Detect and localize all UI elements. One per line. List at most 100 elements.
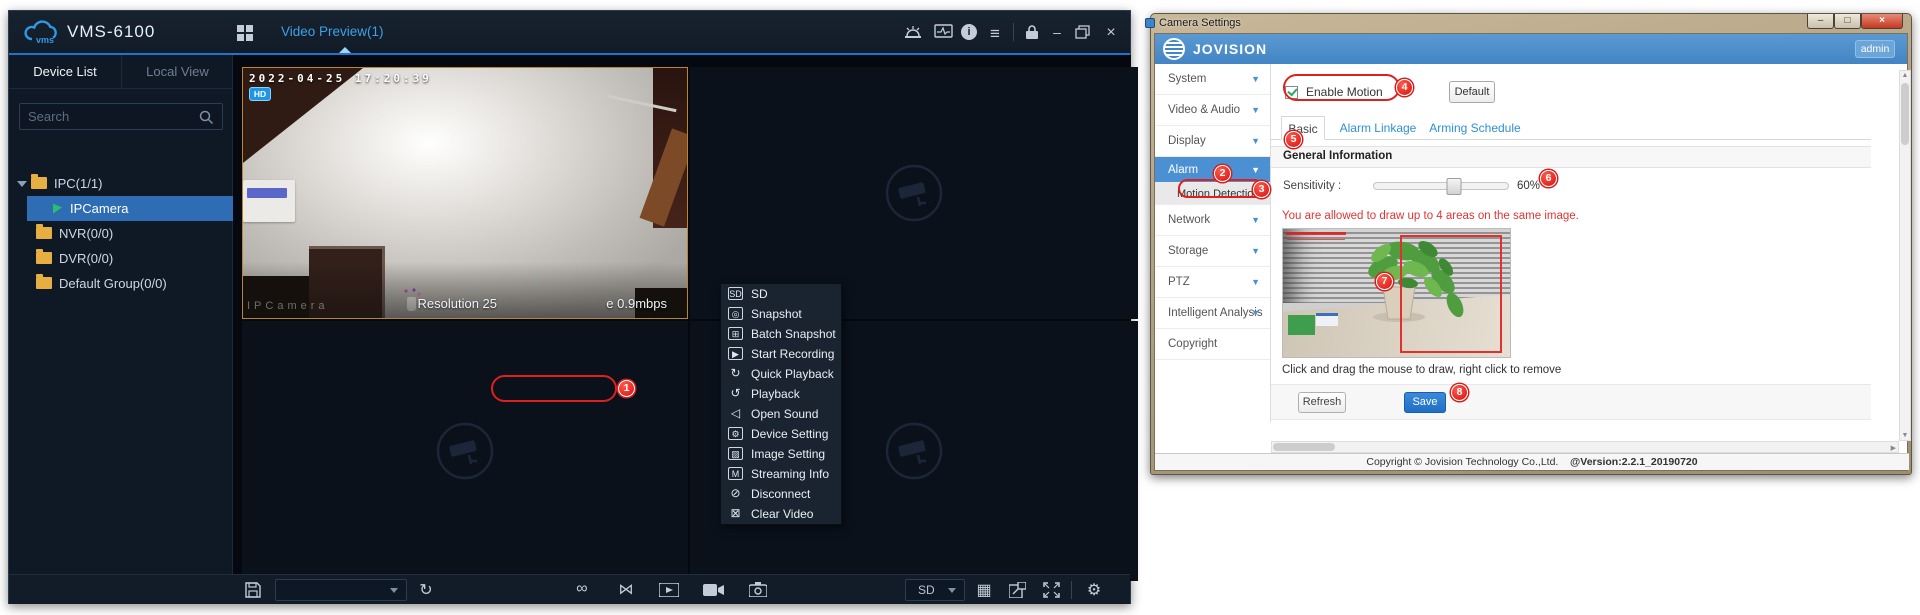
link-icon[interactable]: ∞: [571, 580, 593, 598]
sidebar-item-ptz[interactable]: PTZ▼: [1155, 267, 1270, 298]
streaming-info-icon: M: [728, 467, 743, 480]
video-camera-icon[interactable]: [703, 583, 724, 597]
fullscreen-icon[interactable]: [1043, 582, 1060, 598]
draw-hint: Click and drag the mouse to draw, right …: [1282, 364, 1561, 376]
menu-item-playback[interactable]: ↺Playback: [721, 384, 841, 404]
save-button[interactable]: Save: [1404, 392, 1446, 413]
sidebar-item-copyright[interactable]: Copyright: [1155, 329, 1270, 360]
video-cell-empty[interactable]: [690, 67, 1138, 319]
sidebar-item-display[interactable]: Display▼: [1155, 126, 1270, 157]
expand-caret-icon[interactable]: [17, 181, 27, 187]
menu-item-start-recording[interactable]: ▶Start Recording: [721, 344, 841, 364]
preview-toolbar: ↻ ∞ ⋈ SD ▦ ⚙: [9, 574, 1130, 604]
cycle-play-icon[interactable]: ↻: [415, 580, 437, 600]
annotation-badge-8: 8: [1451, 384, 1468, 401]
sidebar-item-system[interactable]: System▼: [1155, 64, 1270, 95]
launcher-grid-icon[interactable]: [237, 25, 254, 42]
menu-item-disconnect[interactable]: ⊘Disconnect: [721, 484, 841, 504]
tree-item-nvr[interactable]: NVR(0/0): [9, 221, 233, 246]
info-icon[interactable]: i: [961, 24, 977, 40]
photo-camera-icon[interactable]: [749, 582, 767, 597]
sidebar-item-network[interactable]: Network▼: [1155, 205, 1270, 236]
annotation-badge-4: 4: [1396, 79, 1413, 96]
sidebar-item-video-audio[interactable]: Video & Audio▼: [1155, 95, 1270, 126]
menu-item-device-setting[interactable]: ⚙Device Setting: [721, 424, 841, 444]
quick-playback-icon: ↻: [728, 367, 743, 380]
video-cell-live[interactable]: 2022-04-25 17:20:39 HD IPCamera Resoluti…: [242, 67, 688, 319]
scroll-right-icon[interactable]: ▶: [1891, 444, 1896, 452]
tab-alarm-linkage[interactable]: Alarm Linkage: [1337, 116, 1419, 140]
camera-settings-window: Camera Settings –□× JOVISION admin Syste…: [1150, 13, 1912, 475]
tree-item-ipcamera[interactable]: IPCamera: [27, 196, 233, 221]
video-cell-empty[interactable]: [242, 321, 688, 581]
horizontal-scrollbar[interactable]: ▶: [1271, 441, 1899, 453]
tab-arming-schedule[interactable]: Arming Schedule: [1427, 116, 1523, 140]
tree-item-dvr[interactable]: DVR(0/0): [9, 246, 233, 271]
list-icon[interactable]: ≡: [985, 24, 1005, 44]
toolbar-divider: [1071, 581, 1072, 599]
search-box: [19, 103, 223, 130]
sidebar-item-intelligent-analysis[interactable]: Intelligent Analysis▼: [1155, 298, 1270, 329]
osd-resolution: Resolution 25: [418, 296, 498, 311]
tree-item-ipc[interactable]: IPC(1/1): [9, 171, 233, 196]
search-icon[interactable]: [199, 110, 214, 125]
vms-cloud-logo: vms: [21, 20, 63, 48]
menu-item-snapshot[interactable]: ◎Snapshot: [721, 304, 841, 324]
event-monitor-icon[interactable]: [934, 24, 953, 40]
restore-icon[interactable]: [1075, 25, 1090, 39]
chevron-down-icon: [948, 588, 956, 593]
search-input[interactable]: [28, 105, 188, 128]
annotation-badge-3: 3: [1253, 181, 1270, 198]
motion-detection-panel: Enable Motion Default Basic Alarm Linkag…: [1271, 64, 1883, 422]
menu-item-clear-video[interactable]: ⊠Clear Video: [721, 504, 841, 524]
tree-item-default-group[interactable]: Default Group(0/0): [9, 271, 233, 296]
view-select-dropdown[interactable]: [275, 579, 407, 601]
tab-video-preview[interactable]: Video Preview(1): [281, 24, 384, 39]
jovision-header: JOVISION admin: [1155, 34, 1907, 64]
lock-icon[interactable]: [1025, 24, 1039, 40]
grid-layout-icon[interactable]: ▦: [973, 580, 995, 600]
scroll-down-icon[interactable]: ▼: [1900, 432, 1910, 439]
menu-item-quick-playback[interactable]: ↻Quick Playback: [721, 364, 841, 384]
refresh-button[interactable]: Refresh: [1298, 392, 1346, 413]
footer-version: @Version:2.2.1_20190720: [1570, 456, 1698, 468]
scene-osd-timestamp: [1286, 232, 1346, 235]
popout-icon[interactable]: [1009, 582, 1026, 598]
menu-item-open-sound[interactable]: ◁Open Sound: [721, 404, 841, 424]
osd-bitrate: e 0.9mbps: [606, 296, 667, 311]
chevron-down-icon: ▼: [1251, 236, 1260, 267]
record-all-icon[interactable]: [659, 583, 679, 597]
motion-area-rect[interactable]: [1400, 235, 1502, 353]
slider-thumb[interactable]: [1447, 178, 1462, 195]
broken-link-icon[interactable]: ⋈: [615, 580, 637, 598]
tab-local-view[interactable]: Local View: [121, 55, 233, 89]
stream-quality-select[interactable]: SD: [905, 579, 965, 601]
section-title: General Information: [1283, 150, 1392, 162]
disconnect-icon: ⊘: [728, 487, 743, 500]
menu-item-image-setting[interactable]: ▨Image Setting: [721, 444, 841, 464]
save-view-icon[interactable]: [245, 582, 261, 598]
vertical-scrollbar[interactable]: ▲ ▼: [1899, 70, 1911, 441]
gear-icon[interactable]: ⚙: [1083, 580, 1105, 600]
chevron-down-icon: [390, 588, 398, 593]
footer-copyright: Copyright © Jovision Technology Co.,Ltd.: [1366, 456, 1558, 468]
close-icon[interactable]: ×: [1101, 24, 1121, 42]
scrollbar-thumb[interactable]: [1273, 443, 1335, 451]
menu-item-batch-snapshot[interactable]: ⊞Batch Snapshot: [721, 324, 841, 344]
motion-area-image[interactable]: [1282, 228, 1511, 358]
admin-user-button[interactable]: admin: [1855, 40, 1895, 58]
alarm-icon[interactable]: [904, 24, 922, 40]
scroll-up-icon[interactable]: ▲: [1900, 72, 1910, 79]
menu-item-sd[interactable]: SDSD: [721, 284, 841, 304]
tab-device-list[interactable]: Device List: [9, 55, 121, 89]
minimize-icon[interactable]: –: [1807, 14, 1834, 29]
default-button[interactable]: Default: [1449, 81, 1495, 103]
annotation-badge-5: 5: [1285, 131, 1302, 148]
maximize-icon[interactable]: □: [1834, 14, 1861, 29]
menu-item-streaming-info[interactable]: MStreaming Info: [721, 464, 841, 484]
minimize-icon[interactable]: –: [1047, 24, 1067, 40]
scrollbar-thumb[interactable]: [1901, 83, 1909, 145]
sidebar-item-storage[interactable]: Storage▼: [1155, 236, 1270, 267]
sensitivity-slider[interactable]: [1373, 182, 1509, 190]
close-icon[interactable]: ×: [1861, 14, 1903, 29]
